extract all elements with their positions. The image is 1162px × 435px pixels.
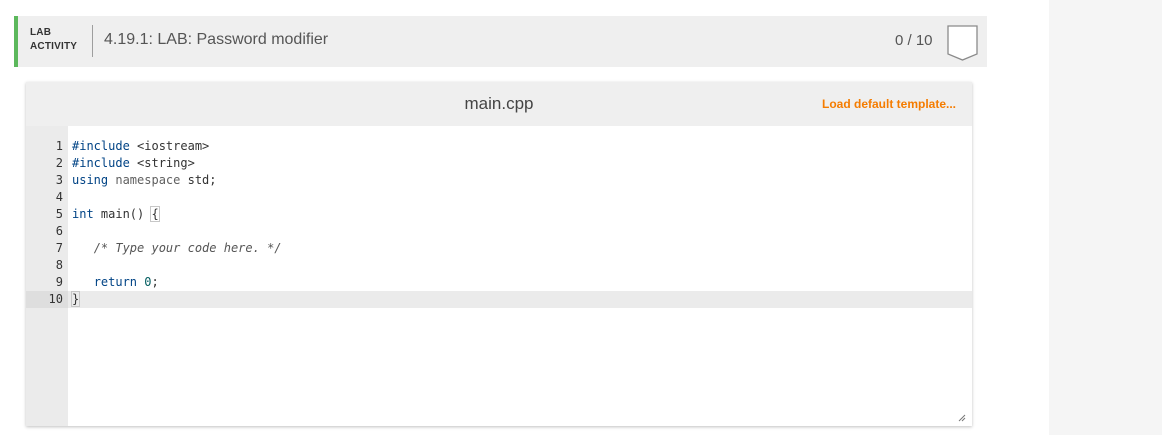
code-token: /* Type your code here. */ — [93, 241, 282, 255]
line-number: 5 — [55, 207, 63, 221]
load-default-template-link[interactable]: Load default template... — [822, 97, 956, 111]
code-line[interactable] — [68, 223, 972, 240]
code-token: return — [93, 275, 138, 289]
code-line-text: /* Type your code here. */ — [72, 240, 282, 257]
lab-activity-card: LAB ACTIVITY 4.19.1: LAB: Password modif… — [14, 16, 987, 435]
line-number: 10 — [48, 292, 63, 306]
code-line[interactable] — [68, 257, 972, 274]
code-line[interactable]: /* Type your code here. */ — [68, 240, 972, 257]
activity-type-label: LAB ACTIVITY — [30, 26, 77, 54]
code-line-text: int main() { — [72, 206, 160, 223]
code-token: main() — [93, 207, 152, 221]
line-number: 4 — [55, 190, 63, 204]
code-editor-card: main.cpp Load default template... 1 2 3 4 5 6… — [26, 82, 972, 426]
editor-header: main.cpp Load default template... — [26, 82, 972, 126]
line-number: 6 — [55, 224, 63, 238]
code-line-text: #include <iostream> — [72, 138, 209, 155]
code-line[interactable]: using namespace std; — [68, 172, 972, 189]
code-line-text: #include <string> — [72, 155, 195, 172]
line-number: 2 — [55, 156, 63, 170]
code-line-text: using namespace std; — [72, 172, 217, 189]
code-line-text: return 0; — [72, 274, 159, 291]
right-side-panel — [1049, 0, 1162, 435]
line-number: 8 — [55, 258, 63, 272]
line-number: 3 — [55, 173, 63, 187]
activity-title: 4.19.1: LAB: Password modifier — [104, 31, 329, 48]
code-line[interactable]: #include <string> — [68, 155, 972, 172]
code-line-text: } — [70, 291, 81, 308]
code-line[interactable]: #include <iostream> — [68, 138, 972, 155]
code-token: #include — [72, 156, 130, 170]
activity-header: LAB ACTIVITY 4.19.1: LAB: Password modif… — [14, 16, 987, 67]
line-number: 1 — [55, 139, 63, 153]
code-token: using — [72, 173, 109, 187]
activity-type-line1: LAB — [30, 27, 52, 38]
code-token: 0 — [144, 275, 152, 289]
activity-type-line2: ACTIVITY — [30, 41, 78, 52]
line-number-gutter: 1 2 3 4 5 6 7 8 9 10 — [26, 126, 68, 426]
code-editor[interactable]: #include <iostream> #include <string> usin… — [68, 126, 972, 426]
header-divider — [92, 25, 93, 57]
code-token: <string> — [129, 156, 195, 170]
score-text: 0 / 10 — [895, 32, 933, 49]
code-token: int — [72, 207, 94, 221]
code-token: } — [70, 291, 81, 307]
code-token: ; — [151, 275, 159, 289]
code-line[interactable]: return 0; — [68, 274, 972, 291]
resize-handle-icon[interactable] — [958, 414, 966, 422]
completion-badge-icon — [947, 25, 978, 61]
code-token: <iostream> — [129, 139, 210, 153]
code-line[interactable] — [68, 189, 972, 206]
code-token: #include — [72, 139, 130, 153]
code-line[interactable]: int main() { — [68, 206, 972, 223]
line-number: 9 — [55, 275, 63, 289]
code-token: { — [150, 206, 160, 222]
code-line[interactable]: } — [68, 291, 972, 308]
code-token: namespace — [108, 173, 181, 187]
line-number: 7 — [55, 241, 63, 255]
code-token: std; — [180, 173, 217, 187]
